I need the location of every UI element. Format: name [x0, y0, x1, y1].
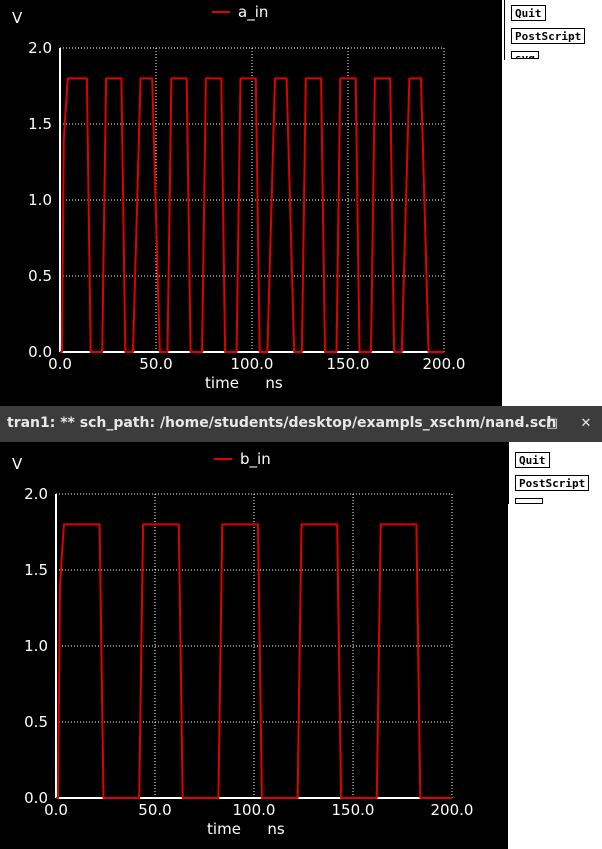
x-tick-label: 100.0: [231, 355, 274, 373]
quit-button[interactable]: Quit: [515, 452, 550, 468]
grid-lines: [55, 493, 453, 799]
plot-area-1: 0.0 50.0 100.0 150.0 200.0 0.0 0.5 1.0 1.5 2.0 Vti…: [0, 0, 504, 406]
close-icon[interactable]: ✕: [576, 414, 596, 434]
waveform-chart-a_in: 0.0 50.0 100.0 150.0 200.00.00.51.01.52.0Vti…: [12, 3, 466, 392]
y-tick-label: 0.0: [24, 789, 48, 807]
x-axis-unit: ns: [265, 374, 283, 392]
legend-label: a_in: [238, 3, 268, 22]
quit-button[interactable]: Quit: [511, 5, 546, 21]
y-tick-label: 0.5: [24, 713, 48, 731]
legend-label: b_in: [240, 450, 271, 469]
x-tick-label: 50.0: [138, 801, 171, 819]
series-line-a_in: [60, 77, 444, 353]
x-tick-label: 200.0: [423, 355, 466, 373]
window-2-title: tran1: ** sch_path: /home/students/deskt…: [7, 415, 557, 431]
x-tick-label: 50.0: [139, 355, 172, 373]
waveform-window-1: 0.0 50.0 100.0 150.0 200.0 0.0 0.5 1.0 1.5 2.0 Vti…: [0, 0, 602, 406]
x-tick-label: 150.0: [332, 801, 375, 819]
plot-area-2: 0.0 50.0 100.0 150.0 200.0 0.0 0.5 1.0 1.5 2.0 Vti…: [0, 442, 508, 849]
y-tick-label: 0.0: [28, 343, 52, 361]
series-line-b_in: [56, 523, 452, 799]
waveform-chart-b_in: 0.0 50.0 100.0 150.0 200.00.00.51.01.52.0Vti…: [12, 450, 474, 838]
postscript-button[interactable]: PostScript: [515, 475, 590, 491]
x-axis-label: time: [207, 820, 241, 838]
button-panel-2: Quit PostScript svg: [508, 442, 602, 504]
y-tick-label: 1.5: [28, 115, 52, 133]
x-axis-unit: ns: [267, 820, 285, 838]
y-axis-label: V: [12, 9, 23, 27]
x-tick-label: 150.0: [327, 355, 370, 373]
svg-button[interactable]: svg: [511, 51, 539, 59]
y-tick-label: 2.0: [28, 39, 52, 57]
postscript-button[interactable]: PostScript: [511, 28, 586, 44]
y-axis-label: V: [12, 455, 23, 473]
y-tick-label: 1.5: [24, 561, 48, 579]
x-tick-label: 200.0: [431, 801, 474, 819]
svg-button[interactable]: svg: [515, 498, 543, 504]
y-tick-label: 2.0: [24, 485, 48, 503]
x-axis-label: time: [205, 374, 239, 392]
grid-lines: [59, 47, 445, 353]
y-tick-label: 1.0: [28, 191, 52, 209]
window-2-titlebar[interactable]: tran1: ** sch_path: /home/students/deskt…: [0, 406, 602, 442]
button-panel-1: Quit PostScript svg: [504, 0, 602, 60]
y-tick-label: 0.5: [28, 267, 52, 285]
x-tick-label: 100.0: [233, 801, 276, 819]
minimize-icon[interactable]: –: [510, 414, 530, 434]
y-tick-label: 1.0: [24, 637, 48, 655]
maximize-icon[interactable]: □: [542, 414, 562, 434]
waveform-window-2: 0.0 50.0 100.0 150.0 200.0 0.0 0.5 1.0 1.5 2.0 Vti…: [0, 442, 602, 849]
